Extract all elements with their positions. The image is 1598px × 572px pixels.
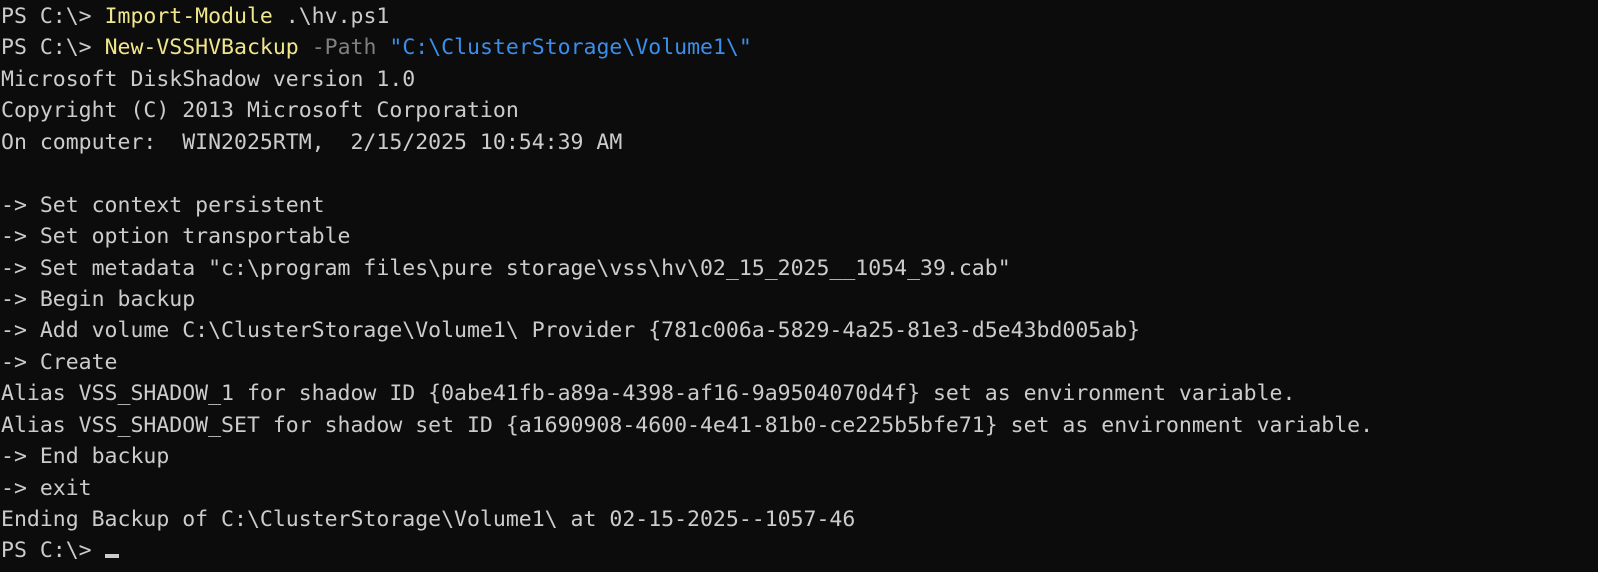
script-path-argument: .\hv.ps1 — [285, 4, 390, 29]
console-line-alias-vss-shadow-set: Alias VSS_SHADOW_SET for shadow set ID {… — [1, 412, 1374, 438]
console-line-exit: -> exit — [1, 475, 92, 501]
cmdlet-new-vsshvbackup: New-VSSHVBackup — [104, 35, 299, 61]
console-line-end-backup: -> End backup — [1, 444, 170, 470]
console-line-create: -> Create — [1, 349, 118, 375]
console-line-begin-backup: -> Begin backup — [1, 286, 196, 312]
console-line-add-volume: -> Add volume C:\ClusterStorage\Volume1\… — [1, 318, 1141, 344]
block-cursor-icon — [104, 554, 119, 559]
console-line-copyright: Copyright (C) 2013 Microsoft Corporation — [1, 98, 519, 124]
console-line-set-option: -> Set option transportable — [1, 224, 351, 250]
console-line-on-computer: On computer: WIN2025RTM, 2/15/2025 10:54… — [1, 129, 623, 155]
shell-prompt: PS C:\> — [1, 538, 92, 564]
shell-prompt: PS C:\> — [1, 4, 92, 29]
console-line-alias-vss-shadow-1: Alias VSS_SHADOW_1 for shadow ID {0abe41… — [1, 381, 1296, 407]
console-line-set-metadata: -> Set metadata "c:\program files\pure s… — [1, 255, 1011, 281]
console-line-ending-backup: Ending Backup of C:\ClusterStorage\Volum… — [1, 507, 856, 532]
powershell-console-window[interactable]: PS C:\> Import-Module .\hv.ps1 PS C:\> N… — [0, 0, 1598, 572]
console-line-active-prompt[interactable]: PS C:\> — [1, 535, 1598, 566]
parameter-path: -Path — [311, 35, 377, 61]
cmdlet-import-module: Import-Module — [104, 4, 273, 29]
path-string-argument: "C:\ClusterStorage\Volume1\" — [389, 35, 752, 61]
console-line-command-new-vsshvbackup: PS C:\> New-VSSHVBackup -Path "C:\Cluste… — [1, 32, 1598, 63]
console-line-set-context: -> Set context persistent — [1, 192, 325, 218]
console-line-command-import-module: PS C:\> Import-Module .\hv.ps1 — [1, 1, 1598, 32]
shell-prompt: PS C:\> — [1, 35, 92, 61]
console-screen-buffer[interactable]: PS C:\> Import-Module .\hv.ps1 PS C:\> N… — [0, 0, 1598, 567]
console-line-diskshadow-version: Microsoft DiskShadow version 1.0 — [1, 66, 416, 92]
